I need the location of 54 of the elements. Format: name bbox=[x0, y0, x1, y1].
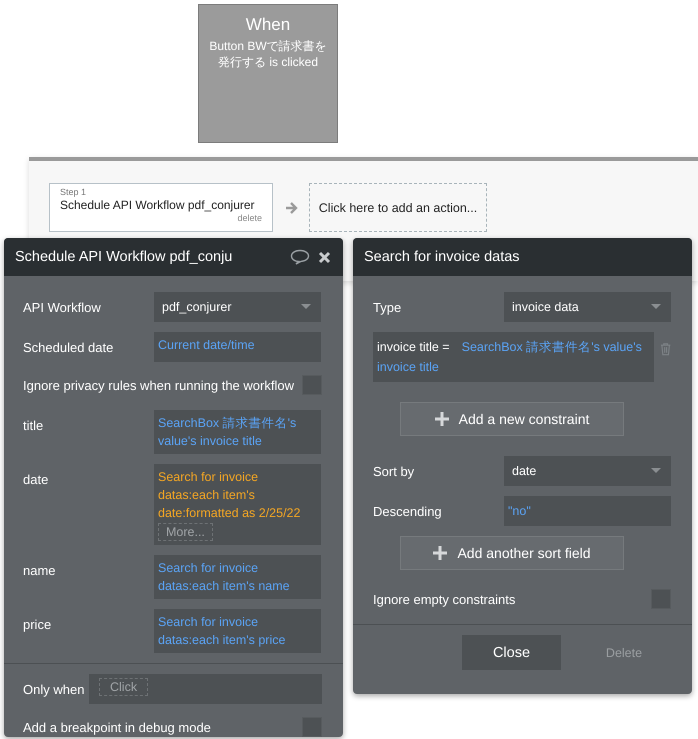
expression-field[interactable]: "no" bbox=[504, 496, 671, 526]
dropdown-field[interactable]: pdf_conjurer bbox=[154, 292, 321, 322]
expression-field[interactable]: SearchBox 請求書件名's value's invoice title bbox=[154, 410, 321, 454]
condition-field[interactable]: Click bbox=[89, 674, 322, 704]
field-label: Ignore privacy rules when running the workflow bbox=[23, 378, 294, 392]
caret-icon bbox=[301, 304, 311, 310]
expression-text: Search for invoice datas:each item's price bbox=[158, 614, 286, 649]
add-action-button[interactable]: Click here to add an action... bbox=[309, 183, 487, 232]
expression-text: SearchBox 請求書件名's value's invoice title bbox=[158, 415, 298, 450]
delete-link[interactable]: delete bbox=[60, 213, 262, 224]
step-name: Schedule API Workflow pdf_conjurer bbox=[60, 198, 256, 212]
field-label: title bbox=[23, 417, 44, 433]
field-label: Type bbox=[373, 300, 402, 314]
caret-icon bbox=[651, 468, 661, 474]
checkbox[interactable] bbox=[302, 717, 322, 737]
expression-text: Search for invoice datas:each item's date:formatted as 2/25/22 bbox=[158, 469, 302, 522]
field-label: Only when bbox=[23, 682, 86, 696]
event-description: Button BWで請求書を発行する is clicked bbox=[208, 38, 328, 70]
expression-field[interactable]: Search for invoice datas:each item's price bbox=[154, 609, 321, 653]
dropdown-field[interactable]: invoice data bbox=[504, 292, 671, 322]
expression-text: Search for invoice datas:each item's name bbox=[158, 560, 291, 595]
plus-icon bbox=[433, 546, 448, 560]
trash-icon[interactable] bbox=[660, 342, 671, 356]
close-button[interactable]: Close bbox=[462, 635, 561, 670]
field-label: API Workflow bbox=[23, 299, 102, 315]
dropdown-field[interactable]: date bbox=[504, 456, 671, 486]
comment-icon[interactable] bbox=[290, 249, 310, 265]
field-label: Scheduled date bbox=[23, 339, 114, 355]
panel-title: Search for invoice datas bbox=[364, 249, 521, 265]
expression-text: Current date/time bbox=[158, 337, 256, 354]
field-label: Sort by bbox=[373, 464, 416, 478]
field-label: Descending bbox=[373, 504, 443, 518]
event-title: When bbox=[244, 15, 292, 35]
field-label: price bbox=[23, 616, 52, 632]
panel-title: Schedule API Workflow pdf_conju bbox=[15, 249, 234, 265]
event-card[interactable]: When Button BWで請求書を発行する is clicked bbox=[198, 4, 338, 143]
expression-field[interactable]: Current date/time bbox=[154, 332, 321, 362]
more-button[interactable]: More... bbox=[158, 523, 213, 541]
step-label: Step 1 bbox=[60, 187, 88, 197]
plus-icon bbox=[434, 412, 449, 426]
field-label: Add a breakpoint in debug mode bbox=[23, 720, 211, 734]
expression-field[interactable]: Search for invoice datas:each item's date:formatted as 2/25/22 More... bbox=[154, 464, 321, 545]
caret-icon bbox=[651, 304, 661, 310]
field-label: name bbox=[23, 562, 57, 578]
placeholder-chip[interactable]: Click bbox=[99, 678, 148, 696]
close-icon[interactable] bbox=[318, 250, 331, 264]
add-sort-button[interactable]: Add another sort field bbox=[400, 536, 624, 570]
expression-field[interactable]: Search for invoice datas:each item's name bbox=[154, 555, 321, 599]
field-label: date bbox=[23, 471, 50, 487]
arrow-right-icon bbox=[285, 200, 299, 214]
field-label: Ignore empty constraints bbox=[373, 592, 516, 606]
add-constraint-button[interactable]: Add a new constraint bbox=[400, 402, 624, 436]
constraint-field[interactable]: invoice title = SearchBox 請求書件名's value's invoice title bbox=[373, 332, 654, 382]
step-card[interactable]: Step 1 Schedule API Workflow pdf_conjurer delete bbox=[49, 183, 273, 232]
